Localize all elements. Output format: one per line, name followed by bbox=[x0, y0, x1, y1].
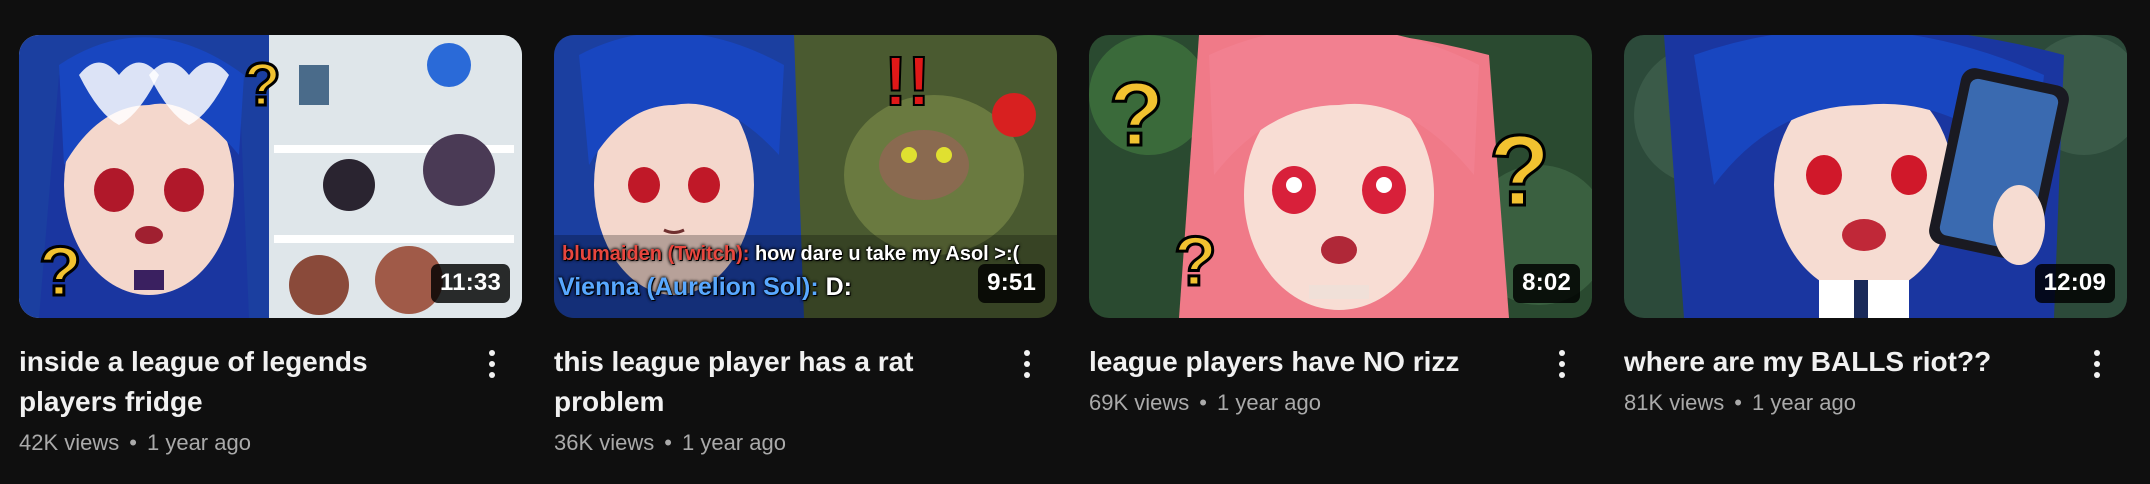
video-thumbnail[interactable]: !! blumaiden (Twitch): how dare u take m… bbox=[554, 35, 1057, 318]
view-count: 42K views bbox=[19, 430, 120, 455]
video-meta: league players have NO rizz 69K views • 1 … bbox=[1089, 342, 1592, 418]
svg-text:?: ? bbox=[1109, 65, 1164, 165]
video-meta: where are my BALLS riot?? 81K views • 1 ye… bbox=[1624, 342, 2127, 418]
svg-text:?: ? bbox=[1174, 222, 1217, 300]
video-duration: 8:02 bbox=[1513, 264, 1580, 303]
upload-age: 1 year ago bbox=[681, 430, 786, 455]
video-meta: inside a league of legends players fridg… bbox=[19, 342, 522, 458]
video-card[interactable]: !! blumaiden (Twitch): how dare u take m… bbox=[554, 35, 1057, 458]
video-duration: 9:51 bbox=[978, 264, 1045, 303]
video-duration: 12:09 bbox=[2034, 264, 2115, 303]
video-title[interactable]: league players have NO rizz bbox=[1089, 342, 1522, 382]
video-stats: 42K views • 1 year ago bbox=[19, 428, 452, 458]
video-thumbnail[interactable]: ? ? 11:33 bbox=[19, 35, 522, 318]
video-stats: 81K views • 1 year ago bbox=[1624, 388, 2057, 418]
video-thumbnail[interactable]: 12:09 bbox=[1624, 35, 2127, 318]
separator-dot: • bbox=[129, 430, 137, 455]
view-count: 81K views bbox=[1624, 390, 1725, 415]
upload-age: 1 year ago bbox=[1751, 390, 1856, 415]
chat-overlay-line2: Vienna (Aurelion Sol): D: bbox=[558, 273, 852, 302]
video-title[interactable]: this league player has a rat problem bbox=[554, 342, 987, 422]
svg-text:?: ? bbox=[1489, 115, 1550, 227]
video-card[interactable]: 12:09 where are my BALLS riot?? 81K view… bbox=[1624, 35, 2127, 458]
video-title[interactable]: where are my BALLS riot?? bbox=[1624, 342, 2057, 382]
upload-age: 1 year ago bbox=[146, 430, 251, 455]
upload-age: 1 year ago bbox=[1216, 390, 1321, 415]
chat-username: Vienna (Aurelion Sol): bbox=[558, 273, 819, 301]
separator-dot: • bbox=[664, 430, 672, 455]
video-grid: ? ? 11:33 inside a league of legends pla… bbox=[19, 35, 2127, 458]
video-title[interactable]: inside a league of legends players fridg… bbox=[19, 342, 452, 422]
more-options-icon[interactable] bbox=[474, 342, 510, 386]
more-options-icon[interactable] bbox=[1009, 342, 1045, 386]
svg-text:?: ? bbox=[39, 232, 82, 310]
video-card[interactable]: ? ? ? 8:02 league players have NO rizz 6… bbox=[1089, 35, 1592, 458]
more-options-icon[interactable] bbox=[2079, 342, 2115, 386]
video-stats: 69K views • 1 year ago bbox=[1089, 388, 1522, 418]
video-meta: this league player has a rat problem 36K… bbox=[554, 342, 1057, 458]
view-count: 69K views bbox=[1089, 390, 1190, 415]
chat-message: D: bbox=[818, 273, 852, 301]
separator-dot: • bbox=[1734, 390, 1742, 415]
more-options-icon[interactable] bbox=[1544, 342, 1580, 386]
video-thumbnail[interactable]: ? ? ? 8:02 bbox=[1089, 35, 1592, 318]
chat-username: blumaiden (Twitch): bbox=[562, 243, 750, 265]
separator-dot: • bbox=[1199, 390, 1207, 415]
svg-text:?: ? bbox=[244, 51, 281, 118]
video-duration: 11:33 bbox=[430, 264, 510, 303]
chat-overlay-line1: blumaiden (Twitch): how dare u take my A… bbox=[562, 243, 1019, 266]
view-count: 36K views bbox=[554, 430, 655, 455]
video-stats: 36K views • 1 year ago bbox=[554, 428, 987, 458]
svg-text:!!: !! bbox=[884, 42, 931, 120]
video-card[interactable]: ? ? 11:33 inside a league of legends pla… bbox=[19, 35, 522, 458]
chat-message: how dare u take my Asol >:( bbox=[749, 243, 1020, 265]
